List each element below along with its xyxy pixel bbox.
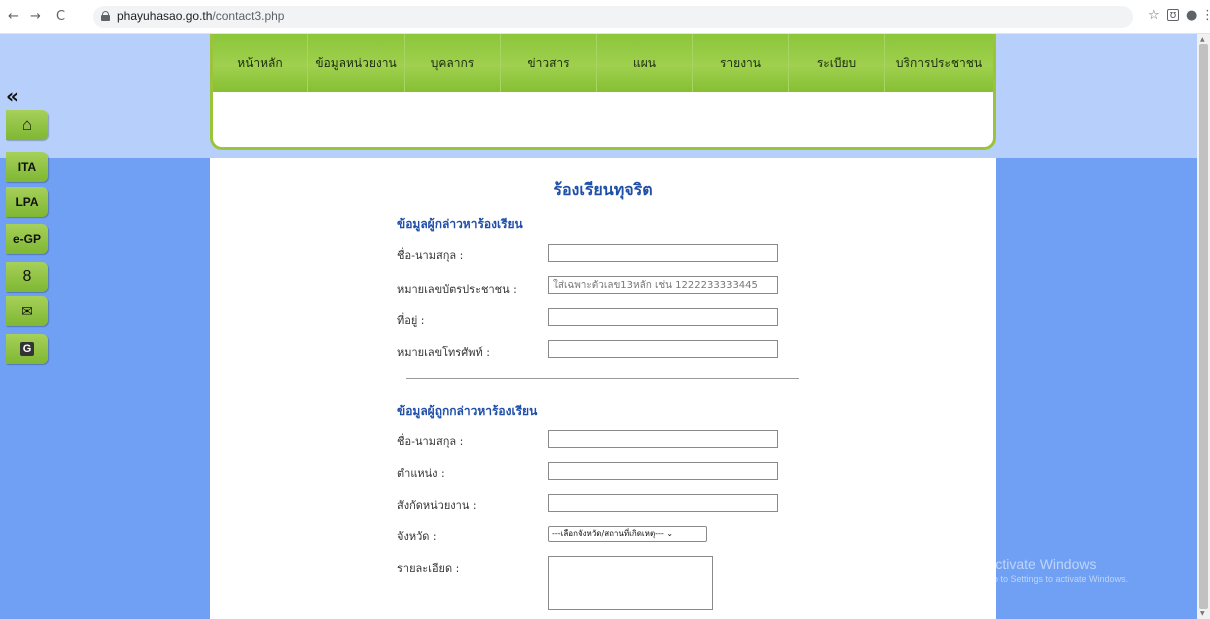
menu-news[interactable]: ข่าวสาร [501, 34, 597, 92]
detail-label: รายละเอียด : [397, 562, 460, 575]
back-button[interactable]: ← [8, 9, 19, 25]
scroll-up-icon[interactable]: ▲ [1200, 36, 1205, 43]
phone-input[interactable] [548, 340, 778, 358]
phone-label: หมายเลขโทรศัพท์ : [397, 346, 490, 359]
home-icon[interactable]: ⌂ [6, 110, 48, 140]
province-select[interactable]: ---เลือกจังหวัด/สถานที่เกิดเหตุ--- ⌄ [548, 526, 707, 542]
page-title: ร้องเรียนทุจริต [553, 180, 653, 199]
collapse-sidebar-icon[interactable]: « [6, 86, 19, 106]
id-card-input[interactable]: ใส่เฉพาะตัวเลข13หลัก เช่น 1222233333445 [548, 276, 778, 294]
complainant-name-label: ชื่อ-นามสกุล : [397, 249, 464, 262]
detail-textarea[interactable] [548, 556, 713, 610]
web-page: หน้าหลัก ข้อมูลหน่วยงาน บุคลากร ข่าวสาร … [0, 34, 1197, 619]
translate-icon[interactable]: G [6, 334, 48, 364]
sidebar-item-lpa[interactable]: LPA [6, 187, 48, 217]
person-icon[interactable]: 8 [6, 262, 48, 292]
forward-button[interactable]: → [30, 9, 41, 25]
province-label: จังหวัด : [397, 530, 437, 543]
sidebar-item-ita[interactable]: ITA [6, 152, 48, 182]
menu-public-service[interactable]: บริการประชาชน [885, 34, 993, 92]
address-label: ที่อยู่ : [397, 314, 425, 327]
id-card-label: หมายเลขบัตรประชาชน : [397, 283, 517, 296]
menu-personnel[interactable]: บุคลากร [405, 34, 501, 92]
complainant-name-input[interactable] [548, 244, 778, 262]
scroll-down-icon[interactable]: ▼ [1200, 610, 1205, 617]
accused-name-label: ชื่อ-นามสกุล : [397, 435, 464, 448]
address-bar[interactable]: phayuhasao.go.th/contact3.php [93, 6, 1133, 28]
url-text: phayuhasao.go.th/contact3.php [117, 9, 285, 23]
complaint-form: ร้องเรียนทุจริต ข้อมูลผู้กล่าวหาร้องเรีย… [210, 158, 996, 619]
menu-regulation[interactable]: ระเบียบ [789, 34, 885, 92]
page-scrollbar[interactable]: ▲ ▼ [1197, 34, 1210, 619]
sidebar-item-egp[interactable]: e-GP [6, 224, 48, 254]
position-label: ตำแหน่ง : [397, 467, 445, 480]
menu-home[interactable]: หน้าหลัก [213, 34, 308, 92]
position-input[interactable] [548, 462, 778, 480]
extension-icon[interactable]: ʊ [1167, 9, 1179, 21]
accused-section-title: ข้อมูลผู้ถูกกล่าวหาร้องเรียน [397, 404, 538, 418]
chrome-menu-icon[interactable]: ⋮ [1201, 8, 1210, 23]
menu-plan[interactable]: แผน [597, 34, 693, 92]
browser-toolbar: ← → C phayuhasao.go.th/contact3.php ☆ ʊ … [0, 0, 1210, 34]
address-input[interactable] [548, 308, 778, 326]
menu-report[interactable]: รายงาน [693, 34, 789, 92]
mail-icon[interactable]: ✉ [6, 296, 48, 326]
menu-bar: หน้าหลัก ข้อมูลหน่วยงาน บุคลากร ข่าวสาร … [213, 34, 993, 92]
complainant-section-title: ข้อมูลผู้กล่าวหาร้องเรียน [397, 217, 523, 231]
activate-windows-watermark: Activate Windows Go to Settings to activ… [986, 556, 1129, 584]
menu-agency-info[interactable]: ข้อมูลหน่วยงาน [308, 34, 405, 92]
reload-button[interactable]: C [56, 9, 65, 25]
section-divider [406, 378, 799, 379]
profile-icon[interactable]: ● [1186, 8, 1197, 23]
lock-icon [101, 11, 110, 21]
main-menu: หน้าหลัก ข้อมูลหน่วยงาน บุคลากร ข่าวสาร … [210, 34, 996, 150]
agency-label: สังกัดหน่วยงาน : [397, 499, 477, 512]
bookmark-star-icon[interactable]: ☆ [1148, 8, 1160, 23]
scroll-thumb[interactable] [1199, 44, 1208, 609]
accused-name-input[interactable] [548, 430, 778, 448]
agency-input[interactable] [548, 494, 778, 512]
